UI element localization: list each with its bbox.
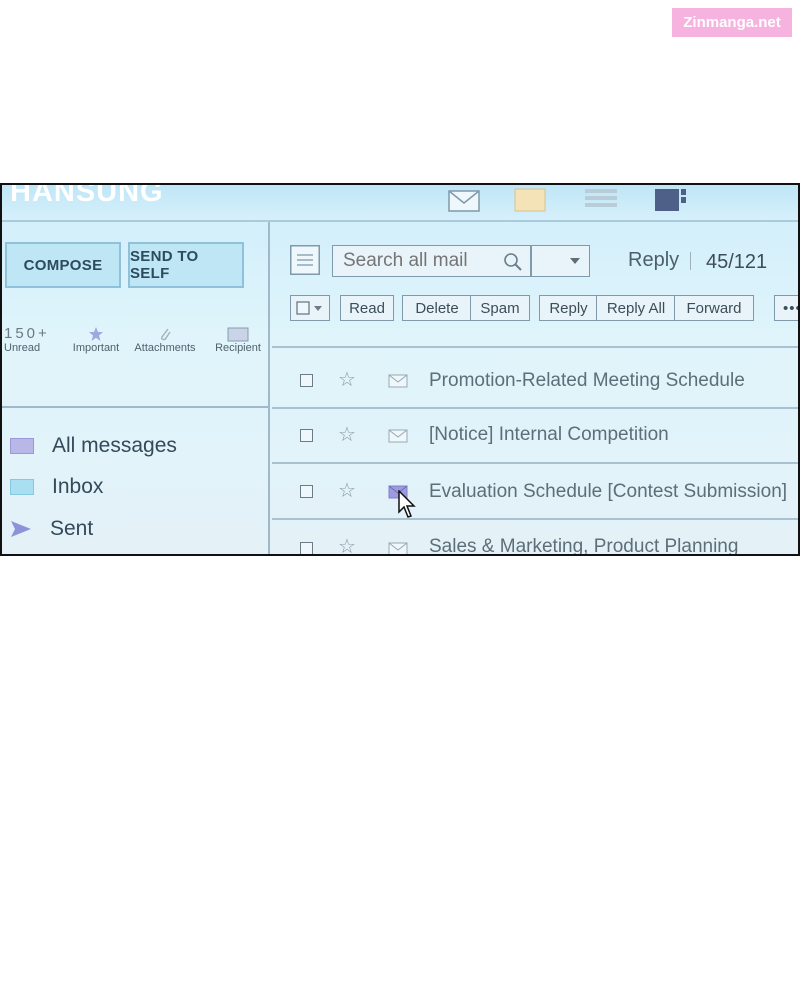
envelope-icon [388,542,408,554]
select-all-dropdown[interactable] [290,295,330,321]
message-counter: 45/121 [706,251,768,273]
star-icon[interactable]: ☆ [338,534,356,554]
stat-recipient-label: Recipient [215,342,261,354]
row-checkbox[interactable] [300,374,313,387]
paperclip-icon [130,324,200,342]
table-row[interactable]: ☆ Sales & Marketing, Product Planning [272,520,798,556]
envelope-icon [388,429,408,443]
reply-button[interactable]: Reply [539,295,598,321]
all-messages-icon [10,438,34,454]
inbox-icon [10,479,34,495]
unread-count: 150+ [4,325,50,342]
cursor-icon [398,490,416,518]
email-subject: Sales & Marketing, Product Planning [429,536,739,556]
top-bar: HANSUNG [2,185,798,222]
email-client-panel: HANSUNG COMPOSE SEND TO SELF 150+ Unread [0,183,800,556]
sidebar-item-label: All messages [52,434,177,457]
star-icon[interactable]: ☆ [338,422,356,447]
grid-icon[interactable] [654,187,688,213]
sidebar-item-sent[interactable]: Sent [10,517,93,541]
envelope-icon [388,374,408,388]
sidebar-item-inbox[interactable]: Inbox [10,475,103,499]
table-row[interactable]: ☆ [Notice] Internal Competition [272,409,798,463]
checkbox-chevron-icon [296,301,322,315]
star-icon[interactable]: ☆ [338,478,356,503]
mail-icon[interactable] [448,187,480,213]
sidebar-divider [2,406,268,408]
search-box [332,245,590,277]
stat-important[interactable]: Important [64,324,128,354]
header-separator [690,252,691,270]
read-button[interactable]: Read [340,295,394,321]
stat-important-label: Important [72,342,120,354]
list-icon[interactable] [584,187,618,213]
row-checkbox[interactable] [300,485,313,498]
email-subject: Evaluation Schedule [Contest Submission] [429,481,788,502]
stat-unread[interactable]: 150+ Unread [4,324,56,354]
email-subject: [Notice] Internal Competition [429,424,669,445]
sidebar-item-all-messages[interactable]: All messages [10,434,177,458]
spam-button[interactable]: Spam [470,295,530,321]
forward-button[interactable]: Forward [674,295,754,321]
reply-link[interactable]: Reply [628,249,679,272]
table-row[interactable]: ☆ Promotion-Related Meeting Schedule [272,353,798,407]
recipient-icon [208,324,268,342]
stat-attachments[interactable]: Attachments [130,324,200,354]
stat-recipient[interactable]: Recipient [208,324,268,354]
compose-button[interactable]: COMPOSE [5,242,121,288]
sidebar-item-label: Sent [50,517,94,540]
row-checkbox[interactable] [300,542,313,554]
notes-icon[interactable] [514,187,546,213]
row-checkbox[interactable] [300,429,313,442]
star-icon [64,324,128,342]
send-to-self-button[interactable]: SEND TO SELF [128,242,244,288]
menu-icon[interactable] [290,245,320,275]
email-subject: Promotion-Related Meeting Schedule [429,370,745,391]
star-icon[interactable]: ☆ [338,367,356,392]
more-button[interactable]: ••• [774,295,798,321]
sidebar: COMPOSE SEND TO SELF 150+ Unread Importa… [2,222,270,554]
brand-logo: HANSUNG [10,183,164,208]
delete-button[interactable]: Delete [402,295,472,321]
search-separator [530,246,532,276]
table-row[interactable]: ☆ Evaluation Schedule [Contest Submissio… [272,464,798,518]
sidebar-item-label: Inbox [52,475,104,498]
search-icon[interactable] [503,252,523,272]
stat-attachments-label: Attachments [134,342,196,354]
stat-unread-label: Unread [4,342,41,354]
reply-all-button[interactable]: Reply All [596,295,676,321]
chevron-down-icon[interactable] [569,257,581,265]
search-input[interactable] [333,246,529,276]
sent-icon [11,521,31,537]
list-top-divider [272,346,798,348]
watermark: Zinmanga.net [672,8,792,37]
